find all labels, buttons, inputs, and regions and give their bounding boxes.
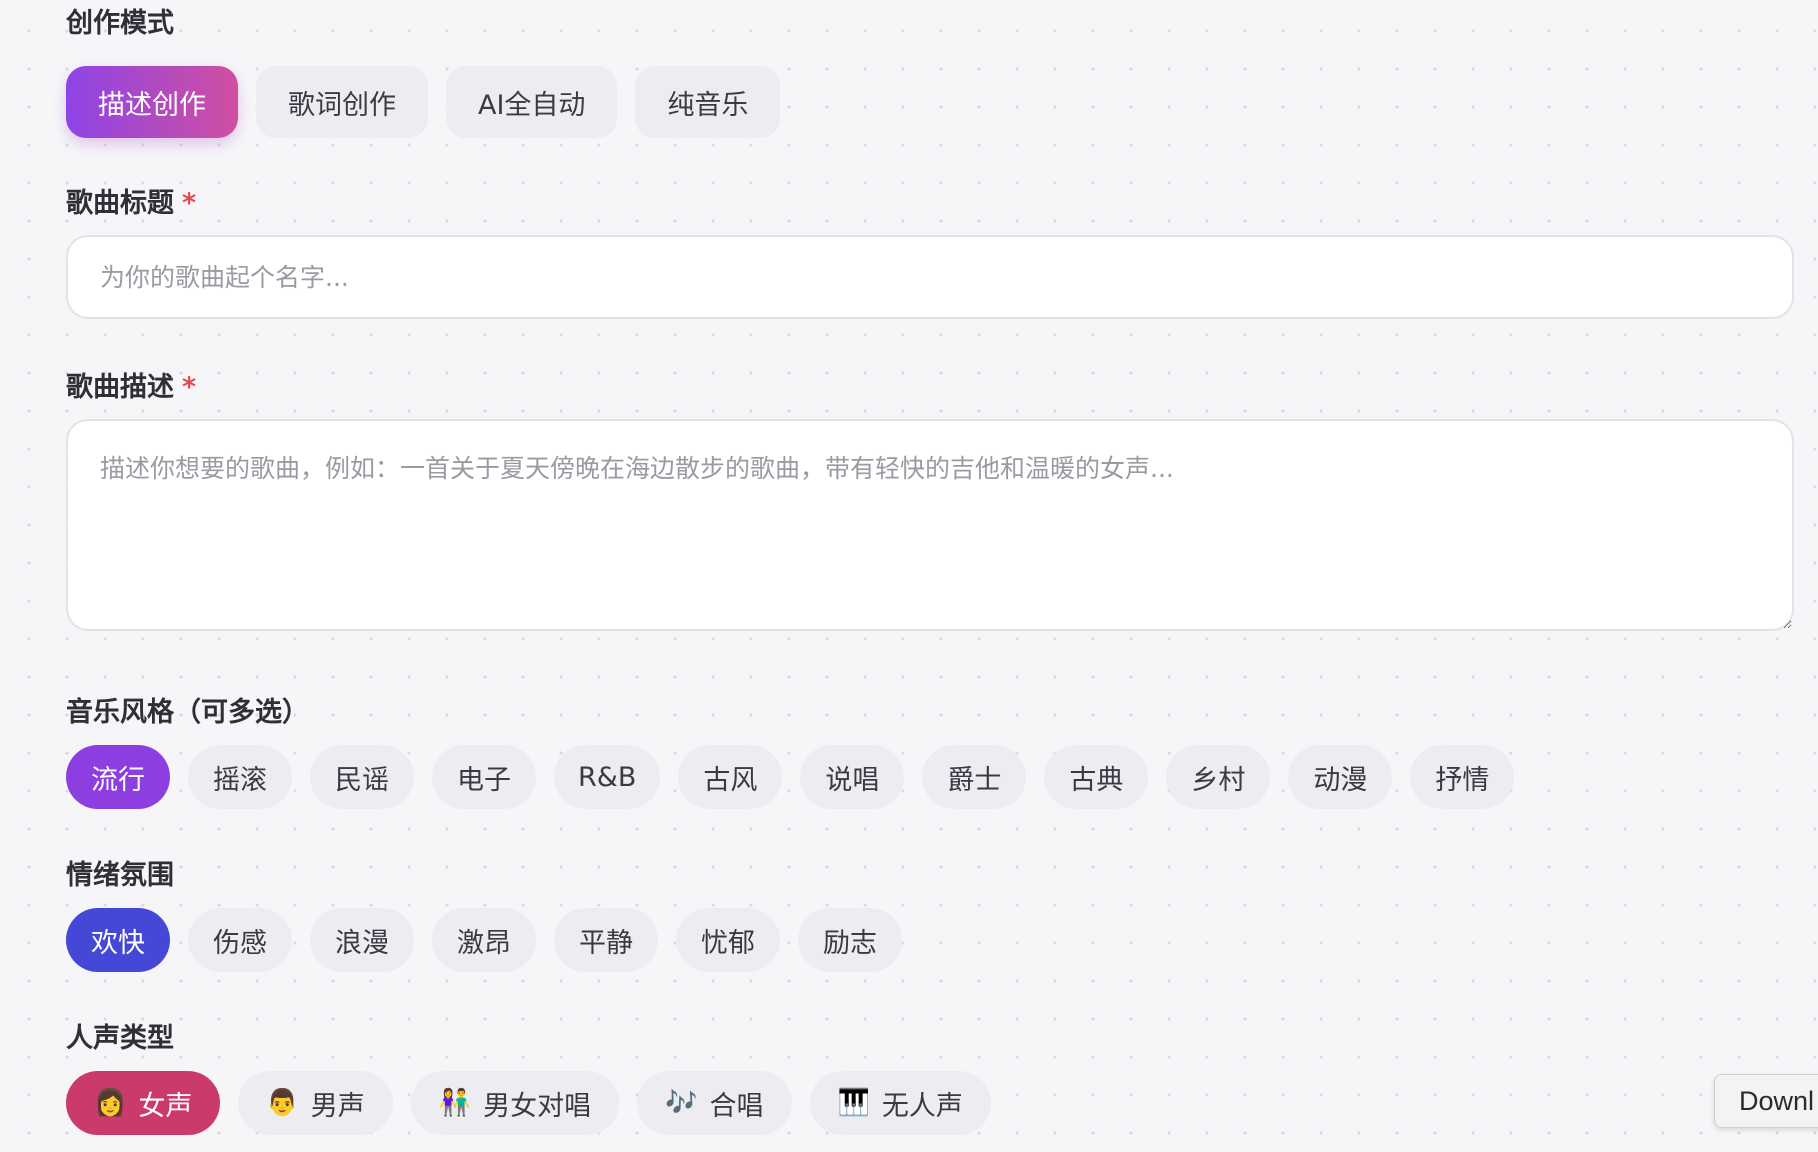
voice-chip-female[interactable]: 👩 女声 <box>66 1071 221 1135</box>
voice-type-label-text: 人声类型 <box>66 1023 174 1054</box>
song-description-textarea[interactable] <box>66 419 1794 631</box>
mood-chip-inspiring[interactable]: 励志 <box>798 908 902 972</box>
mood-chip-passionate[interactable]: 激昂 <box>432 908 536 972</box>
voice-chip-male[interactable]: 👨 男声 <box>238 1071 393 1135</box>
voice-chip-label: 男女对唱 <box>483 1090 592 1122</box>
mode-ai-auto-button[interactable]: AI全自动 <box>446 66 618 138</box>
mood-options: 欢快 伤感 浪漫 激昂 平静 忧郁 励志 <box>66 908 1794 972</box>
music-style-options: 流行 摇滚 民谣 电子 R&B 古风 说唱 爵士 古典 乡村 动漫 抒情 <box>66 745 1794 809</box>
mode-describe-button[interactable]: 描述创作 <box>66 66 238 138</box>
style-chip-classical[interactable]: 古典 <box>1044 745 1149 809</box>
song-description-label-text: 歌曲描述 <box>66 372 174 403</box>
song-title-label-text: 歌曲标题 <box>66 188 174 219</box>
style-chip-anime[interactable]: 动漫 <box>1288 745 1393 809</box>
style-chip-jazz[interactable]: 爵士 <box>922 745 1027 809</box>
woman-icon: 👩 <box>94 1088 127 1118</box>
mood-label-text: 情绪氛围 <box>66 860 174 891</box>
mode-lyrics-button[interactable]: 歌词创作 <box>256 66 428 138</box>
song-title-label: 歌曲标题 * <box>66 186 1794 222</box>
voice-chip-label: 合唱 <box>709 1090 764 1122</box>
creation-mode-label-text: 创作模式 <box>66 8 174 39</box>
style-chip-rap[interactable]: 说唱 <box>800 745 905 809</box>
song-title-input[interactable] <box>66 235 1794 319</box>
voice-chip-no-vocal[interactable]: 🎹 无人声 <box>809 1071 991 1135</box>
style-chip-rock[interactable]: 摇滚 <box>188 745 292 809</box>
voice-chip-label: 男声 <box>310 1090 365 1122</box>
mode-instrumental-button[interactable]: 纯音乐 <box>635 66 781 138</box>
voice-type-label: 人声类型 <box>66 1021 1794 1057</box>
mood-chip-melancholy[interactable]: 忧郁 <box>676 908 780 972</box>
voice-chip-chorus[interactable]: 🎶 合唱 <box>637 1071 792 1135</box>
creation-mode-label: 创作模式 <box>66 6 1794 42</box>
song-creation-form: 创作模式 描述创作 歌词创作 AI全自动 纯音乐 歌曲标题 * 歌曲描述 * 音… <box>66 0 1794 1135</box>
mood-chip-happy[interactable]: 欢快 <box>66 908 170 972</box>
song-description-label: 歌曲描述 * <box>66 370 1794 406</box>
voice-type-options: 👩 女声 👨 男声 👫 男女对唱 🎶 合唱 🎹 无人声 <box>66 1071 1794 1135</box>
man-icon: 👨 <box>266 1088 299 1118</box>
download-tooltip-button[interactable]: Downl <box>1714 1074 1818 1128</box>
music-style-label-text: 音乐风格（可多选） <box>66 697 309 728</box>
music-notes-icon: 🎶 <box>665 1088 698 1118</box>
mood-label: 情绪氛围 <box>66 858 1794 894</box>
download-tooltip-label: Downl <box>1739 1085 1815 1116</box>
voice-chip-duet[interactable]: 👫 男女对唱 <box>410 1071 620 1135</box>
style-chip-pop[interactable]: 流行 <box>66 745 170 809</box>
couple-icon: 👫 <box>438 1088 472 1118</box>
style-chip-electronic[interactable]: 电子 <box>432 745 536 809</box>
mood-chip-calm[interactable]: 平静 <box>554 908 658 972</box>
creation-mode-options: 描述创作 歌词创作 AI全自动 纯音乐 <box>66 66 1794 138</box>
style-chip-folk[interactable]: 民谣 <box>310 745 414 809</box>
style-chip-ancient[interactable]: 古风 <box>678 745 783 809</box>
music-style-label: 音乐风格（可多选） <box>66 695 1794 731</box>
voice-chip-label: 无人声 <box>881 1090 963 1122</box>
mood-chip-sad[interactable]: 伤感 <box>188 908 292 972</box>
style-chip-lyrical[interactable]: 抒情 <box>1410 745 1515 809</box>
style-chip-rnb[interactable]: R&B <box>554 745 661 809</box>
mood-chip-romantic[interactable]: 浪漫 <box>310 908 414 972</box>
piano-icon: 🎹 <box>837 1088 870 1118</box>
style-chip-country[interactable]: 乡村 <box>1166 745 1271 809</box>
voice-chip-label: 女声 <box>138 1090 193 1122</box>
required-asterisk: * <box>182 188 197 219</box>
required-asterisk: * <box>182 372 197 403</box>
